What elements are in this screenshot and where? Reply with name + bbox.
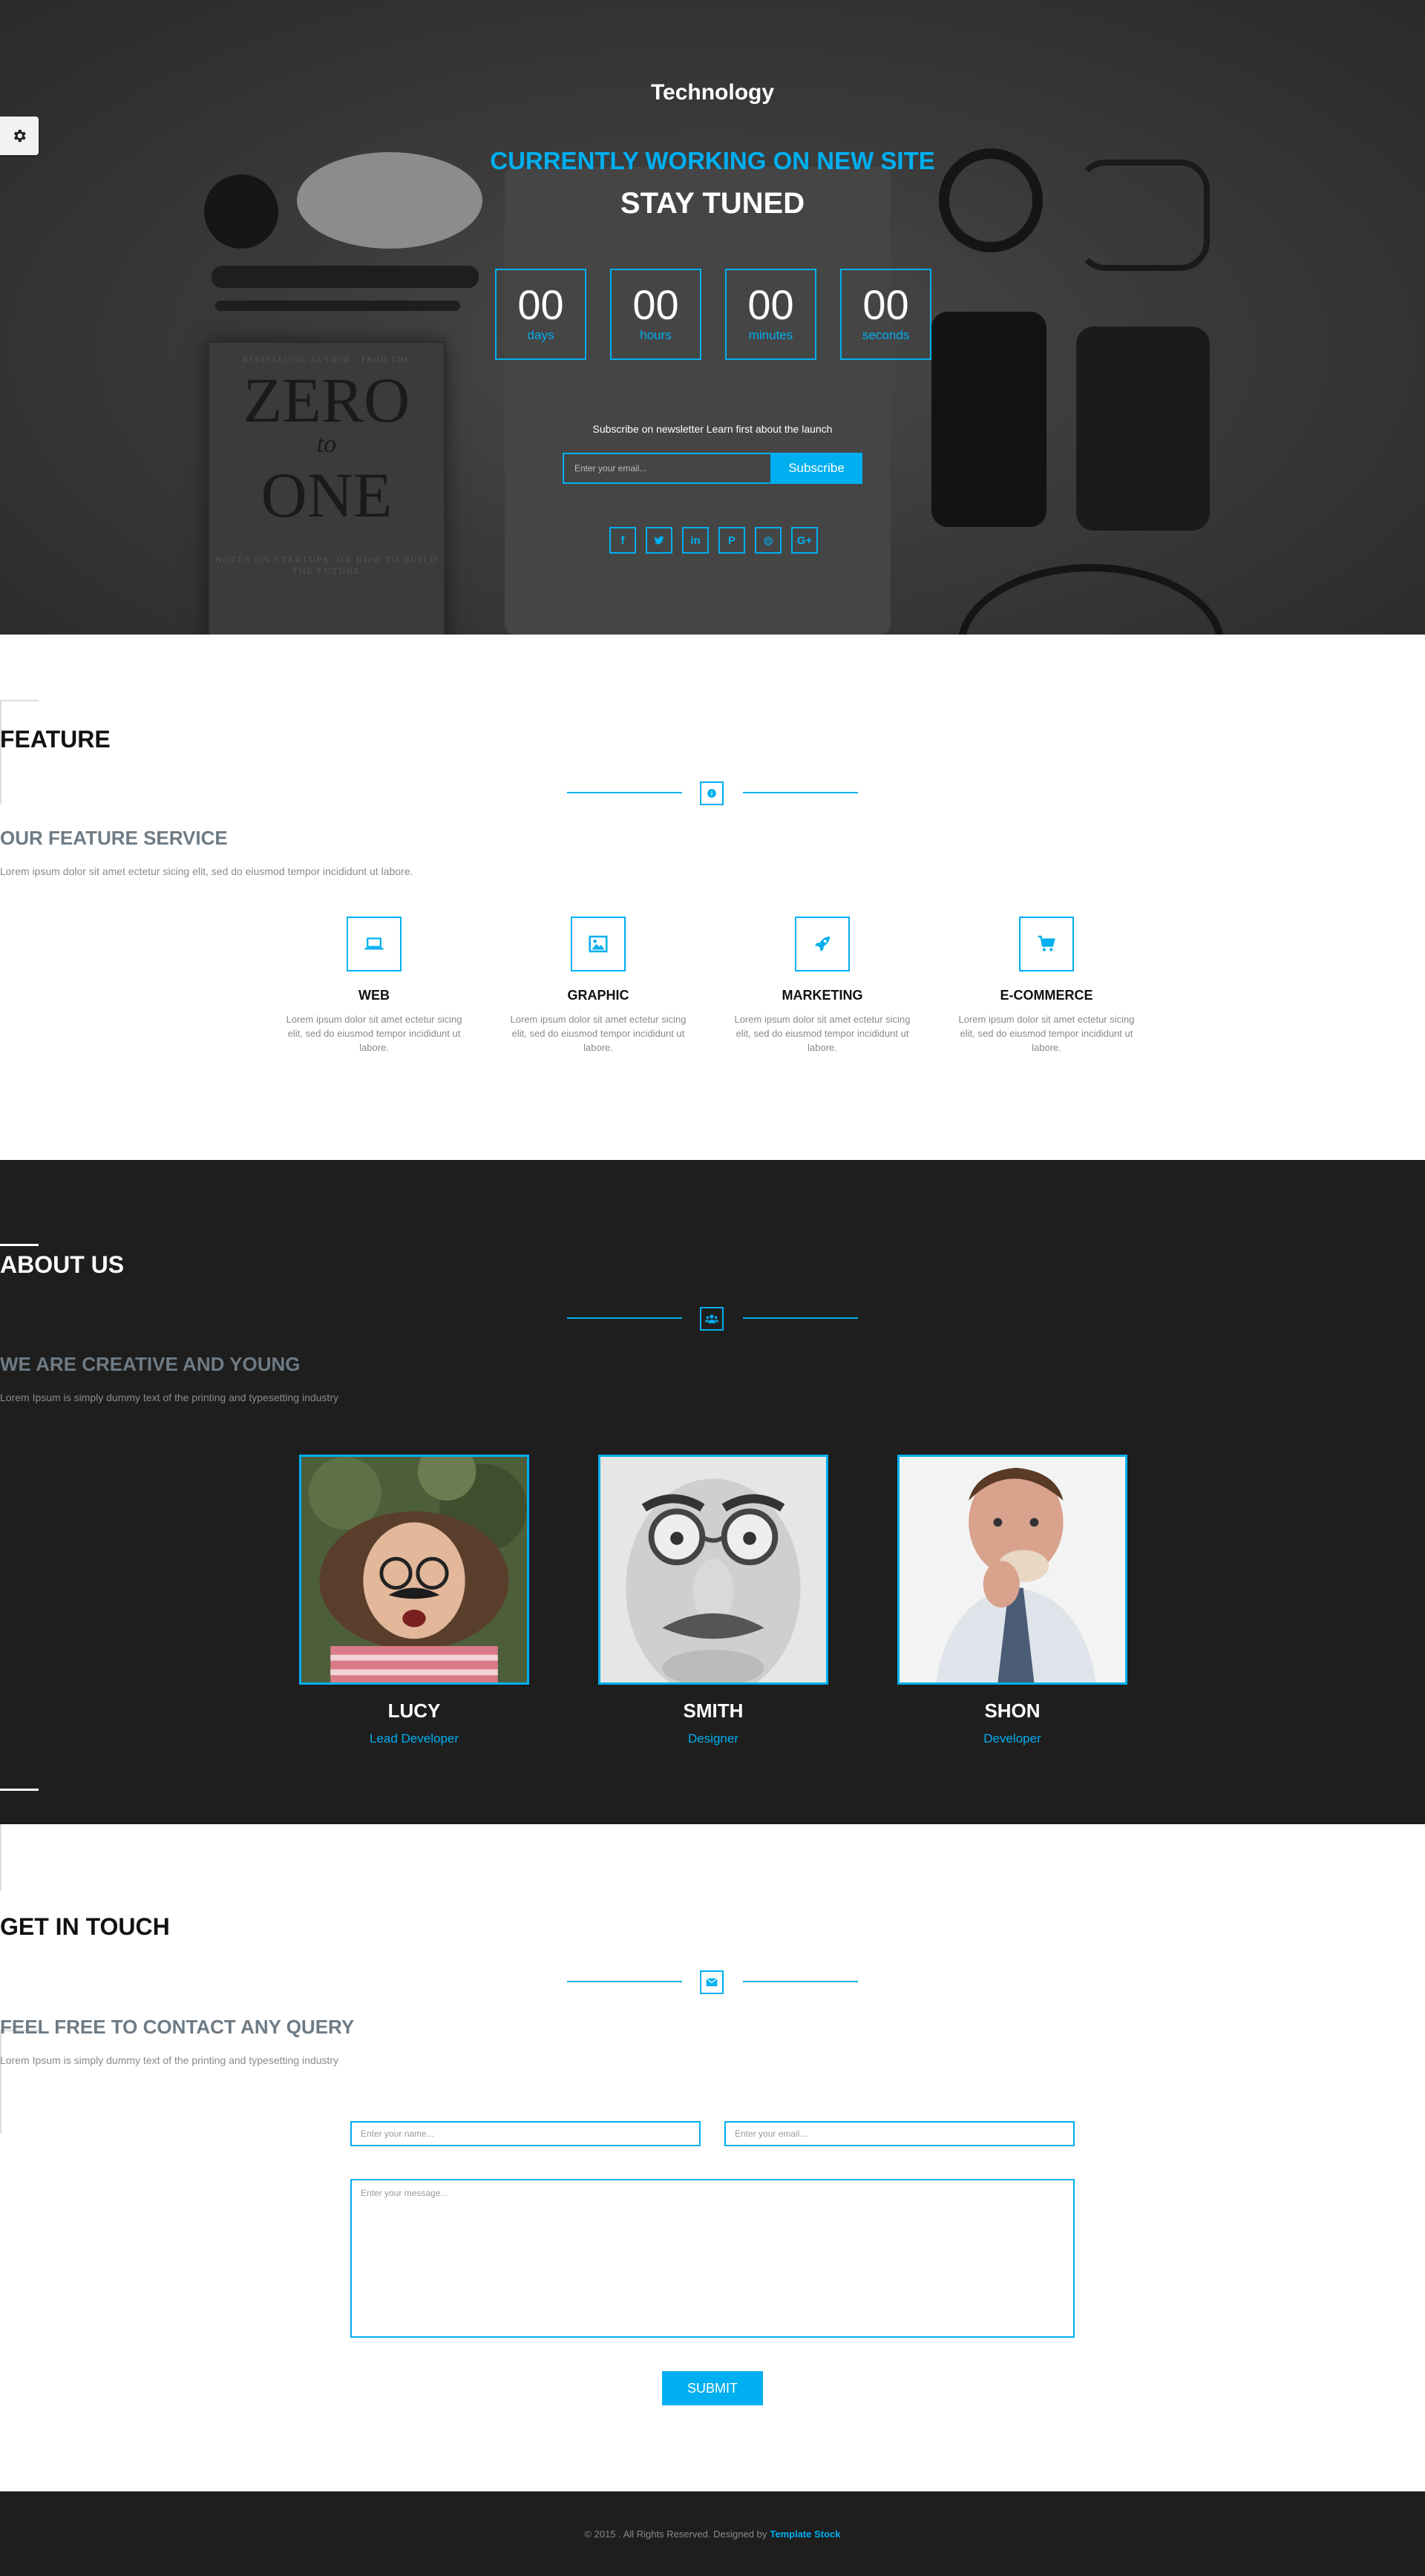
member-role: Developer bbox=[983, 1731, 1041, 1746]
side-decoration bbox=[0, 1244, 39, 1246]
contact-divider bbox=[567, 1970, 858, 1994]
footer-copyright: © 2015 . All Rights Reserved. Designed b… bbox=[584, 2528, 767, 2540]
member-photo[interactable] bbox=[299, 1455, 529, 1685]
hero-section: BESTSELLING AUTHOR · FROM THE ZERO to ON… bbox=[0, 0, 1425, 635]
feature-title: E-COMMERCE bbox=[1000, 988, 1093, 1003]
member-photo[interactable] bbox=[897, 1455, 1127, 1685]
member-name: LUCY bbox=[387, 1700, 441, 1722]
team-member: LUCY Lead Developer bbox=[299, 1455, 529, 1746]
side-decoration bbox=[0, 2030, 39, 2134]
countdown-value: 00 bbox=[747, 281, 794, 328]
feature-list: WEB Lorem ipsum dolor sit amet ectetur s… bbox=[278, 917, 1143, 1055]
about-title: ABOUT US bbox=[0, 1251, 125, 1278]
member-role: Designer bbox=[687, 1731, 739, 1746]
laptop-image bbox=[505, 167, 891, 635]
cart-icon[interactable] bbox=[1019, 917, 1074, 971]
feature-title: GRAPHIC bbox=[567, 988, 629, 1003]
feature-item: E-COMMERCE Lorem ipsum dolor sit amet ec… bbox=[950, 917, 1143, 1055]
feature-title: MARKETING bbox=[782, 988, 863, 1003]
subscribe-form: Subscribe bbox=[563, 453, 862, 484]
countdown-label: seconds bbox=[862, 328, 910, 342]
image-icon[interactable] bbox=[571, 917, 626, 971]
feature-subtitle: OUR FEATURE SERVICE bbox=[0, 827, 228, 849]
about-description: Lorem Ipsum is simply dummy text of the … bbox=[0, 1392, 338, 1403]
countdown-label: minutes bbox=[748, 328, 793, 342]
facebook-icon[interactable]: f bbox=[609, 527, 636, 554]
countdown-days: 00 days bbox=[495, 269, 586, 360]
countdown-value: 00 bbox=[517, 281, 564, 328]
contact-subtitle: FEEL FREE TO CONTACT ANY QUERY bbox=[0, 2016, 355, 2038]
newsletter-text: Subscribe on newsletter Learn first abou… bbox=[592, 423, 833, 435]
twitter-bird-icon bbox=[654, 536, 664, 545]
pinterest-icon[interactable]: P bbox=[718, 527, 745, 554]
about-subtitle: WE ARE CREATIVE AND YOUNG bbox=[0, 1353, 301, 1375]
linkedin-icon[interactable]: in bbox=[682, 527, 709, 554]
email-field[interactable] bbox=[724, 2121, 1075, 2146]
member-name: SHON bbox=[984, 1700, 1041, 1722]
team-list: LUCY Lead Developer SMITH Designer SHON … bbox=[299, 1455, 1127, 1746]
hero-subtitle: CURRENTLY WORKING ON NEW SITE bbox=[490, 147, 935, 174]
submit-button[interactable]: SUBMIT bbox=[662, 2371, 763, 2405]
about-divider bbox=[567, 1307, 858, 1331]
book-text: BESTSELLING AUTHOR · FROM THE bbox=[242, 356, 411, 364]
member-name: SMITH bbox=[683, 1700, 744, 1722]
countdown-seconds: 00 seconds bbox=[840, 269, 931, 360]
side-decoration bbox=[0, 1824, 39, 1891]
footer-designer-link[interactable]: Template Stock bbox=[770, 2529, 840, 2540]
google-plus-icon[interactable]: G+ bbox=[791, 527, 818, 554]
side-decoration bbox=[0, 1789, 39, 1791]
member-photo[interactable] bbox=[598, 1455, 828, 1685]
contact-description: Lorem Ipsum is simply dummy text of the … bbox=[0, 2054, 338, 2066]
laptop-icon[interactable] bbox=[347, 917, 402, 971]
footer: © 2015 . All Rights Reserved. Designed b… bbox=[0, 2491, 1425, 2576]
site-logo[interactable]: Technology bbox=[0, 80, 1425, 105]
feature-divider bbox=[567, 781, 858, 805]
team-member: SHON Developer bbox=[897, 1455, 1127, 1746]
countdown-label: hours bbox=[640, 328, 672, 342]
countdown-hours: 00 hours bbox=[610, 269, 701, 360]
envelope-icon bbox=[700, 1970, 724, 1994]
feature-text: Lorem ipsum dolor sit amet ectetur sicin… bbox=[286, 1014, 462, 1053]
countdown-value: 00 bbox=[632, 281, 679, 328]
rocket-icon[interactable] bbox=[795, 917, 850, 971]
countdown-value: 00 bbox=[862, 281, 909, 328]
feature-item: MARKETING Lorem ipsum dolor sit amet ect… bbox=[726, 917, 919, 1055]
hero-title: STAY TUNED bbox=[620, 187, 805, 220]
twitter-icon[interactable] bbox=[646, 527, 672, 554]
subscribe-button[interactable]: Subscribe bbox=[770, 453, 862, 484]
book-text: ONE bbox=[261, 459, 393, 531]
feature-description: Lorem ipsum dolor sit amet ectetur sicin… bbox=[0, 865, 413, 877]
feature-item: GRAPHIC Lorem ipsum dolor sit amet ectet… bbox=[502, 917, 695, 1055]
message-field[interactable] bbox=[350, 2179, 1075, 2338]
newsletter-email-input[interactable] bbox=[563, 453, 770, 484]
pen-image bbox=[212, 266, 479, 288]
pencil-image bbox=[215, 301, 460, 311]
countdown: 00 days 00 hours 00 minutes 00 seconds bbox=[495, 269, 931, 360]
book-text: ZERO bbox=[243, 364, 410, 436]
feature-section bbox=[0, 635, 1425, 1160]
name-field[interactable] bbox=[350, 2121, 701, 2146]
gear-icon bbox=[13, 129, 26, 142]
feature-title: WEB bbox=[358, 988, 390, 1003]
social-links: f in P ◍ G+ bbox=[609, 527, 818, 554]
info-icon bbox=[700, 781, 724, 805]
plate-image bbox=[957, 564, 1225, 635]
feature-text: Lorem ipsum dolor sit amet ectetur sicin… bbox=[958, 1014, 1135, 1053]
countdown-label: days bbox=[527, 328, 554, 342]
users-icon bbox=[700, 1307, 724, 1331]
book-text: NOTES ON STARTUPS, OR HOW TO BUILD THE F… bbox=[214, 554, 439, 576]
dribbble-icon[interactable]: ◍ bbox=[755, 527, 782, 554]
feature-title: FEATURE bbox=[0, 726, 111, 753]
feature-text: Lorem ipsum dolor sit amet ectetur sicin… bbox=[734, 1014, 911, 1053]
book-image: BESTSELLING AUTHOR · FROM THE ZERO to ON… bbox=[208, 341, 445, 635]
feature-item: WEB Lorem ipsum dolor sit amet ectetur s… bbox=[278, 917, 471, 1055]
feature-text: Lorem ipsum dolor sit amet ectetur sicin… bbox=[510, 1014, 687, 1053]
phone-image bbox=[931, 312, 1046, 527]
contact-title: GET IN TOUCH bbox=[0, 1913, 170, 1940]
member-role: Lead Developer bbox=[369, 1731, 459, 1746]
team-member: SMITH Designer bbox=[598, 1455, 828, 1746]
countdown-minutes: 00 minutes bbox=[725, 269, 816, 360]
